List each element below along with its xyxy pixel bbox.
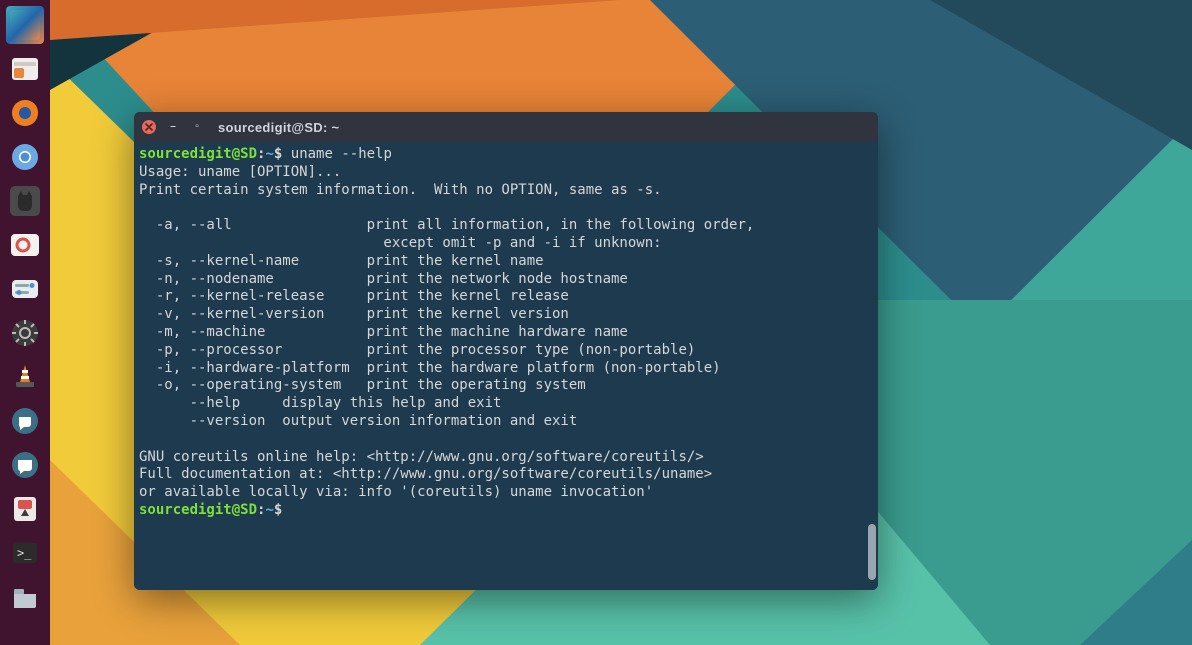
terminal-body[interactable]: sourcedigit@SD:~$ uname --help Usage: un… [134, 142, 878, 590]
maximize-icon[interactable]: ▫ [190, 120, 204, 134]
settings-icon[interactable] [6, 314, 44, 352]
prompt2-user: sourcedigit@SD [139, 502, 257, 518]
svg-text:>_: >_ [17, 546, 32, 560]
prompt2-path: ~ [265, 502, 273, 518]
vlc-icon[interactable] [6, 358, 44, 396]
folder-icon[interactable] [6, 578, 44, 616]
close-icon[interactable] [142, 120, 156, 134]
cat-icon[interactable] [6, 182, 44, 220]
cmd1: uname --help [291, 146, 392, 162]
cmd1-output: Usage: uname [OPTION]... Print certain s… [139, 164, 754, 500]
terminal-icon[interactable]: >_ [6, 534, 44, 572]
terminal-window[interactable]: – ▫ sourcedigit@SD: ~ sourcedigit@SD:~$ … [134, 112, 878, 590]
desktop: >_ – ▫ sourcedigit@SD: ~ sourcedigit@SD:… [0, 0, 1192, 645]
show-desktop-icon[interactable] [6, 6, 44, 44]
minimize-icon[interactable]: – [166, 120, 180, 134]
dock: >_ [0, 0, 50, 645]
transmission-icon[interactable] [6, 490, 44, 528]
prompt-sigil: $ [274, 146, 282, 162]
screenshot-icon[interactable] [6, 226, 44, 264]
chat-icon[interactable] [6, 402, 44, 440]
prompt-path: ~ [265, 146, 273, 162]
window-title: sourcedigit@SD: ~ [218, 120, 339, 135]
firefox-icon[interactable] [6, 94, 44, 132]
scrollbar[interactable] [868, 524, 876, 580]
titlebar[interactable]: – ▫ sourcedigit@SD: ~ [134, 112, 878, 142]
prompt2-sigil: $ [274, 502, 282, 518]
prompt-user: sourcedigit@SD [139, 146, 257, 162]
files-icon[interactable] [6, 50, 44, 88]
chromium-icon[interactable] [6, 138, 44, 176]
chat2-icon[interactable] [6, 446, 44, 484]
tweaks-icon[interactable] [6, 270, 44, 308]
